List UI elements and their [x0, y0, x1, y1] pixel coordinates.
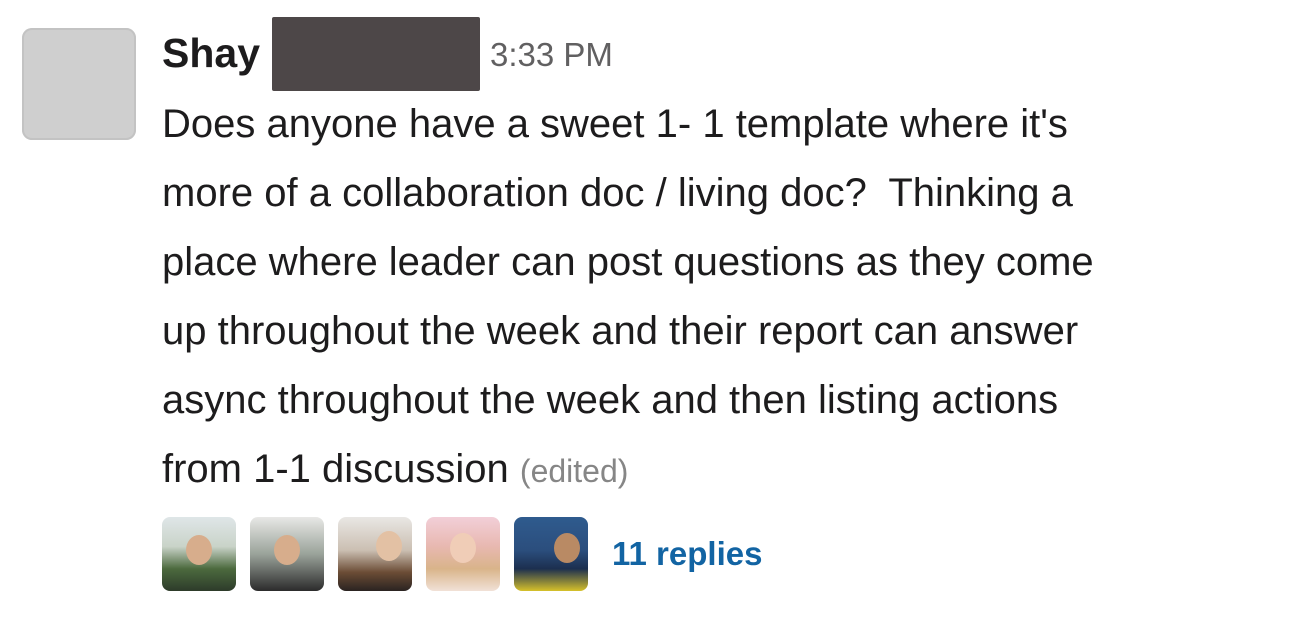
message-body: Does anyone have a sweet 1- 1 template w…	[162, 90, 1272, 506]
message-last-line: from 1-1 discussion (edited)	[162, 435, 1272, 506]
sender-avatar[interactable]	[22, 28, 136, 140]
replier-face	[450, 533, 476, 563]
replies-link[interactable]: 11 replies	[612, 535, 762, 573]
message-line: up throughout the week and their report …	[162, 309, 1079, 353]
message-line: place where leader can post questions as…	[162, 240, 1094, 284]
replier-avatar	[338, 517, 412, 591]
sender-name[interactable]: Shay	[162, 32, 260, 74]
message-line-text: from 1-1 discussion	[162, 447, 509, 491]
replier-avatar	[514, 517, 588, 591]
replier-face	[554, 533, 580, 563]
message-line: async throughout the week and then listi…	[162, 378, 1059, 422]
replier-face	[376, 531, 402, 561]
message-line: Does anyone have a sweet 1- 1 template w…	[162, 102, 1068, 146]
message-timestamp[interactable]: 3:33 PM	[490, 36, 613, 74]
replier-avatar	[250, 517, 324, 591]
message-content: Shay 3:33 PM Does anyone have a sweet 1-…	[162, 17, 1272, 592]
replier-avatar	[426, 517, 500, 591]
replier-face	[186, 535, 212, 565]
message-line: more of a collaboration doc / living doc…	[162, 171, 1073, 215]
redacted-surname	[272, 17, 480, 91]
replier-avatar	[162, 517, 236, 591]
edited-label: (edited)	[519, 453, 629, 489]
message-header: Shay 3:33 PM	[162, 17, 1272, 91]
thread-summary[interactable]: 11 replies	[162, 516, 1272, 592]
replier-face	[274, 535, 300, 565]
chat-message: Shay 3:33 PM Does anyone have a sweet 1-…	[0, 0, 1295, 618]
